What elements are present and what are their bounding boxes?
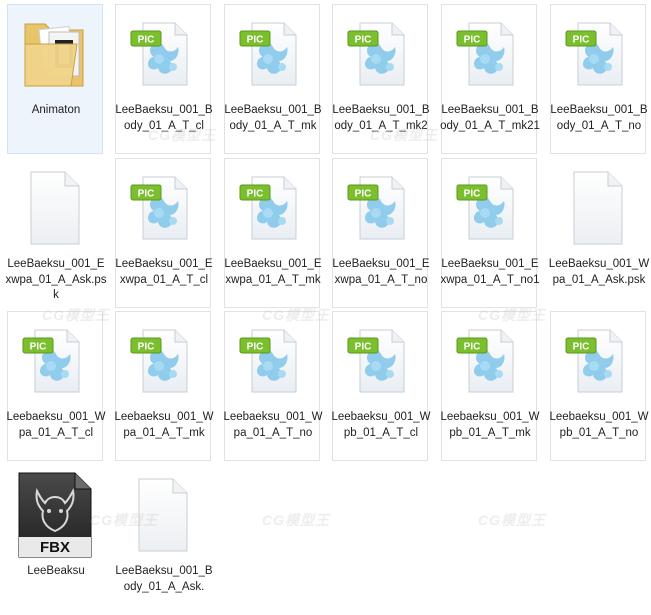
file-thumbnail: PIC <box>333 312 427 409</box>
pic-file-icon: PIC <box>130 22 188 85</box>
file-thumbnail: PIC <box>225 5 319 102</box>
file-item[interactable]: PIC LeeBaeksu_001_Exwpa_01_A_T_no <box>332 158 430 308</box>
pic-file-icon: PIC <box>456 22 514 85</box>
svg-text:PIC: PIC <box>247 188 264 199</box>
file-thumbnail: PIC <box>116 312 210 409</box>
svg-text:PIC: PIC <box>573 341 590 352</box>
svg-text:PIC: PIC <box>464 188 481 199</box>
pic-file-icon: PIC <box>347 329 405 392</box>
file-item[interactable]: PIC LeeBaeksu_001_Exwpa_01_A_T_no1 <box>440 158 540 308</box>
fbx-file-icon: FBX <box>18 472 92 557</box>
pic-file-icon: PIC <box>565 22 623 85</box>
pic-file-icon: PIC <box>456 176 514 239</box>
file-item[interactable]: PIC Leebaeksu_001_Wpa_01_A_T_mk <box>114 311 214 461</box>
file-thumbnail: PIC <box>225 159 319 256</box>
file-thumbnail <box>8 5 102 102</box>
file-thumbnail: PIC <box>116 5 210 102</box>
file-name: LeeBeaksu <box>27 565 85 577</box>
pic-file-icon: PIC <box>130 176 188 239</box>
pic-file-icon: PIC <box>239 176 297 239</box>
file-item[interactable]: PIC LeeBaeksu_001_Body_01_A_T_mk2 <box>332 4 430 154</box>
file-item[interactable]: PIC Leebaeksu_001_Wpa_01_A_T_cl <box>6 311 106 461</box>
file-thumbnail: PIC <box>225 312 319 409</box>
file-item[interactable]: LeeBaeksu_001_Exwpa_01_A_Ask.psk <box>5 158 107 308</box>
svg-text:PIC: PIC <box>355 188 372 199</box>
file-item[interactable]: PIC LeeBaeksu_001_Exwpa_01_A_T_cl <box>115 158 213 308</box>
pic-file-icon: PIC <box>347 22 405 85</box>
folder-icon <box>24 23 84 86</box>
file-item[interactable]: PIC Leebaeksu_001_Wpb_01_A_T_cl <box>331 311 431 461</box>
file-item[interactable]: PIC Leebaeksu_001_Wpb_01_A_T_no <box>549 311 649 461</box>
svg-text:PIC: PIC <box>138 341 155 352</box>
file-name: LeeBaeksu_001_Body_01_A_Ask. <box>115 565 213 593</box>
file-item[interactable]: LeeBaeksu_001_Body_01_A_Ask. <box>115 465 213 615</box>
file-name: LeeBaeksu_001_Exwpa_01_A_T_cl <box>115 258 213 286</box>
file-thumbnail: PIC <box>116 159 210 256</box>
file-item[interactable]: PIC LeeBaeksu_001_Body_01_A_T_no <box>550 4 648 154</box>
file-thumbnail: PIC <box>333 159 427 256</box>
file-item[interactable]: LeeBaeksu_001_Wpa_01_A_Ask.psk <box>549 158 649 308</box>
watermark: CG模型王 <box>262 512 330 528</box>
pic-file-icon: PIC <box>239 22 297 85</box>
file-name: LeeBaeksu_001_Exwpa_01_A_Ask.psk <box>5 258 107 301</box>
svg-text:FBX: FBX <box>40 539 70 556</box>
svg-text:PIC: PIC <box>355 34 372 45</box>
watermark: CG模型王 <box>478 512 546 528</box>
file-item[interactable]: FBX LeeBeaksu <box>7 465 103 615</box>
file-item[interactable]: PIC Leebaeksu_001_Wpa_01_A_T_no <box>223 311 323 461</box>
svg-text:PIC: PIC <box>247 34 264 45</box>
file-thumbnail: PIC <box>333 5 427 102</box>
file-name: Leebaeksu_001_Wpb_01_A_T_mk <box>440 411 540 439</box>
svg-text:PIC: PIC <box>138 34 155 45</box>
file-thumbnail <box>8 159 102 256</box>
blank-file-icon <box>573 171 623 244</box>
file-thumbnail: PIC <box>8 312 102 409</box>
svg-text:PIC: PIC <box>355 341 372 352</box>
svg-text:PIC: PIC <box>138 188 155 199</box>
file-item[interactable]: PIC LeeBaeksu_001_Body_01_A_T_mk21 <box>440 4 540 154</box>
file-name: Leebaeksu_001_Wpb_01_A_T_cl <box>331 411 431 439</box>
file-item[interactable]: Animaton <box>7 4 103 154</box>
svg-text:PIC: PIC <box>30 341 47 352</box>
file-thumbnail <box>551 159 645 256</box>
svg-text:PIC: PIC <box>573 34 590 45</box>
file-name: LeeBaeksu_001_Body_01_A_T_mk21 <box>440 104 540 132</box>
file-name: Leebaeksu_001_Wpa_01_A_T_mk <box>114 411 214 439</box>
file-name: Leebaeksu_001_Wpb_01_A_T_no <box>549 411 649 439</box>
file-thumbnail <box>116 466 210 563</box>
pic-file-icon: PIC <box>565 329 623 392</box>
file-name: LeeBaeksu_001_Body_01_A_T_cl <box>115 104 213 132</box>
blank-file-icon <box>138 478 188 551</box>
file-name: Leebaeksu_001_Wpa_01_A_T_no <box>223 411 323 439</box>
blank-file-icon <box>30 171 80 244</box>
file-name: LeeBaeksu_001_Exwpa_01_A_T_no1 <box>440 258 540 286</box>
file-thumbnail: PIC <box>442 312 536 409</box>
file-name: LeeBaeksu_001_Wpa_01_A_Ask.psk <box>548 258 650 286</box>
file-name: LeeBaeksu_001_Exwpa_01_A_T_mk <box>224 258 322 286</box>
file-name: Animaton <box>31 104 81 116</box>
file-name: LeeBaeksu_001_Body_01_A_T_no <box>550 104 648 132</box>
file-thumbnail: FBX <box>8 466 102 563</box>
file-name: LeeBaeksu_001_Exwpa_01_A_T_no <box>332 258 430 286</box>
file-item[interactable]: PIC LeeBaeksu_001_Body_01_A_T_cl <box>115 4 213 154</box>
file-thumbnail: PIC <box>551 5 645 102</box>
file-name: LeeBaeksu_001_Body_01_A_T_mk2 <box>332 104 430 132</box>
pic-file-icon: PIC <box>347 176 405 239</box>
pic-file-icon: PIC <box>456 329 514 392</box>
pic-file-icon: PIC <box>239 329 297 392</box>
file-item[interactable]: PIC LeeBaeksu_001_Body_01_A_T_mk <box>224 4 322 154</box>
svg-text:PIC: PIC <box>247 341 264 352</box>
pic-file-icon: PIC <box>130 329 188 392</box>
file-thumbnail: PIC <box>442 5 536 102</box>
file-name: LeeBaeksu_001_Body_01_A_T_mk <box>224 104 322 132</box>
svg-text:PIC: PIC <box>464 341 481 352</box>
file-item[interactable]: PIC Leebaeksu_001_Wpb_01_A_T_mk <box>440 311 540 461</box>
file-thumbnail: PIC <box>442 159 536 256</box>
file-name: Leebaeksu_001_Wpa_01_A_T_cl <box>6 411 106 439</box>
file-thumbnail: PIC <box>551 312 645 409</box>
svg-text:PIC: PIC <box>464 34 481 45</box>
file-item[interactable]: PIC LeeBaeksu_001_Exwpa_01_A_T_mk <box>224 158 322 308</box>
pic-file-icon: PIC <box>22 329 80 392</box>
